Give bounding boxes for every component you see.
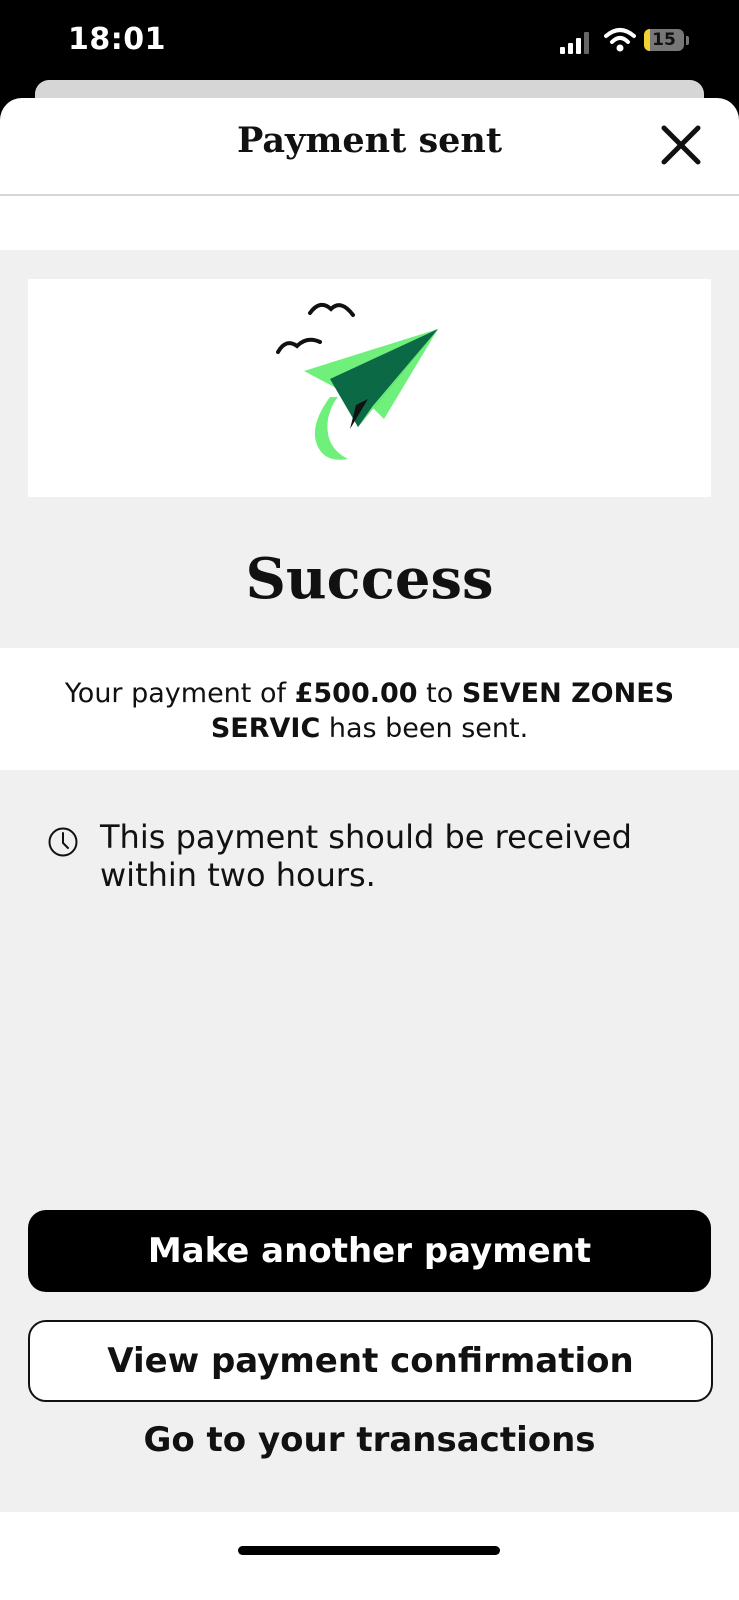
status-time: 18:01 bbox=[68, 22, 166, 57]
clock-icon bbox=[48, 827, 78, 857]
success-title: Success bbox=[245, 546, 494, 612]
view-payment-confirmation-button[interactable]: View payment confirmation bbox=[28, 1320, 713, 1402]
home-indicator bbox=[238, 1546, 500, 1555]
message-middle: to bbox=[417, 678, 462, 709]
payment-sent-sheet: Payment sent Success Your payment of £50… bbox=[0, 98, 739, 1600]
go-to-transactions-link[interactable]: Go to your transactions bbox=[0, 1420, 739, 1460]
battery-icon: 15 bbox=[644, 29, 684, 51]
page-title: Payment sent bbox=[236, 120, 503, 161]
message-prefix: Your payment of bbox=[64, 678, 295, 709]
close-icon bbox=[661, 125, 701, 165]
battery-cap bbox=[686, 36, 689, 45]
paper-plane-with-birds-illustration bbox=[276, 302, 438, 460]
wifi-icon bbox=[604, 28, 636, 52]
message-band: Your payment of £500.00 to SEVEN ZONES S… bbox=[0, 648, 739, 770]
delivery-info-text: This payment should be received within t… bbox=[100, 818, 632, 894]
battery-level: 15 bbox=[652, 30, 676, 50]
make-another-payment-button[interactable]: Make another payment bbox=[28, 1210, 711, 1292]
payment-amount: £500.00 bbox=[294, 678, 418, 709]
payment-message: Your payment of £500.00 to SEVEN ZONES S… bbox=[40, 676, 699, 746]
sheet-header: Payment sent bbox=[0, 98, 739, 196]
message-suffix: has been sent. bbox=[320, 713, 529, 744]
signal-icon bbox=[560, 32, 589, 54]
success-illustration bbox=[28, 279, 711, 497]
close-button[interactable] bbox=[656, 120, 706, 170]
